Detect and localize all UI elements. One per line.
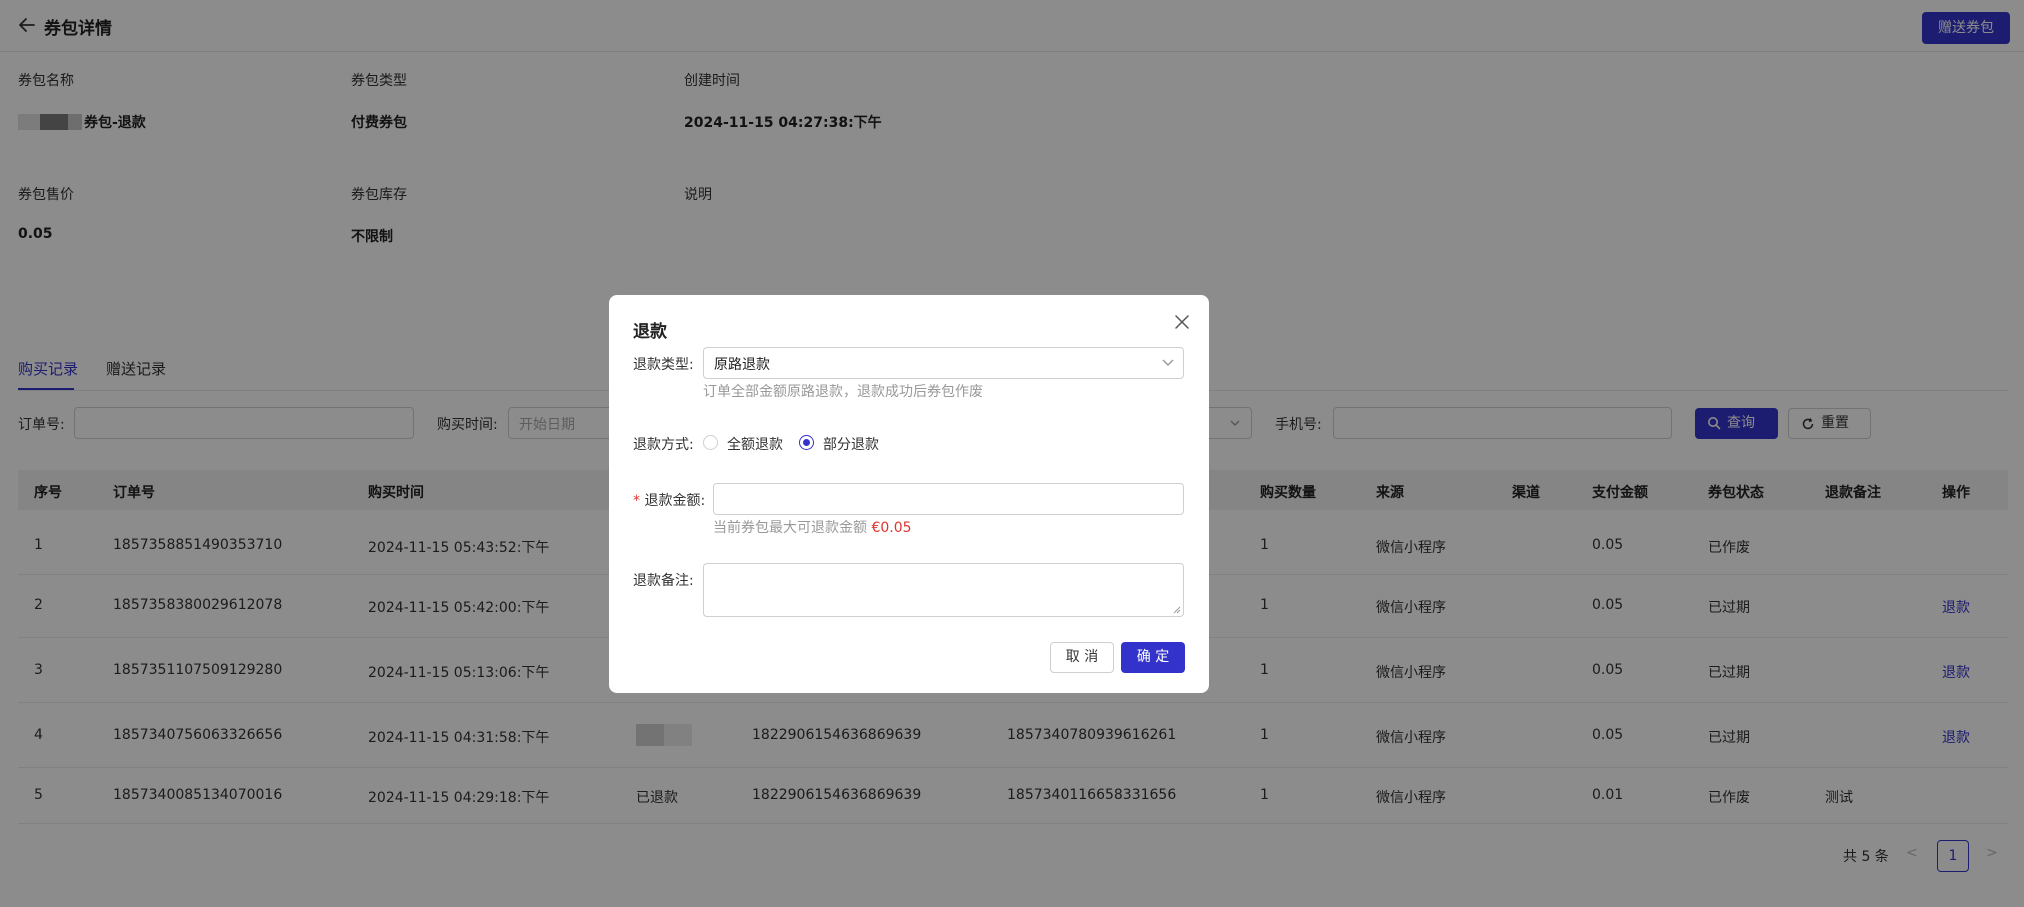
refund-type-help: 订单全部金额原路退款，退款成功后券包作废	[703, 384, 983, 400]
radio-partial-refund[interactable]	[799, 435, 814, 450]
full-refund-label[interactable]: 全额退款	[727, 434, 783, 454]
chevron-down-icon	[1162, 359, 1174, 366]
refund-remark-textarea[interactable]	[703, 563, 1184, 617]
refund-dialog: 退款 退款类型: 原路退款 订单全部金额原路退款，退款成功后券包作废 退款方式:…	[609, 295, 1209, 693]
required-mark: *	[633, 493, 640, 509]
cancel-button[interactable]: 取 消	[1050, 642, 1114, 673]
refund-method-label: 退款方式:	[633, 437, 694, 453]
dialog-title: 退款	[633, 322, 667, 342]
resize-grip-icon[interactable]	[1173, 606, 1181, 614]
max-refund-amount: €0.05	[871, 520, 912, 536]
confirm-button[interactable]: 确 定	[1121, 642, 1185, 673]
refund-amount-help: 当前券包最大可退款金额 €0.05	[713, 520, 912, 536]
refund-amount-input[interactable]	[713, 483, 1184, 515]
refund-type-value: 原路退款	[714, 357, 770, 373]
refund-amount-label: * 退款金额:	[633, 493, 706, 509]
refund-type-select[interactable]: 原路退款	[703, 347, 1184, 379]
refund-type-label: 退款类型:	[633, 357, 694, 373]
close-icon[interactable]	[1174, 314, 1190, 330]
refund-remark-label: 退款备注:	[633, 573, 694, 589]
radio-full-refund[interactable]	[703, 435, 718, 450]
partial-refund-label[interactable]: 部分退款	[823, 434, 879, 454]
